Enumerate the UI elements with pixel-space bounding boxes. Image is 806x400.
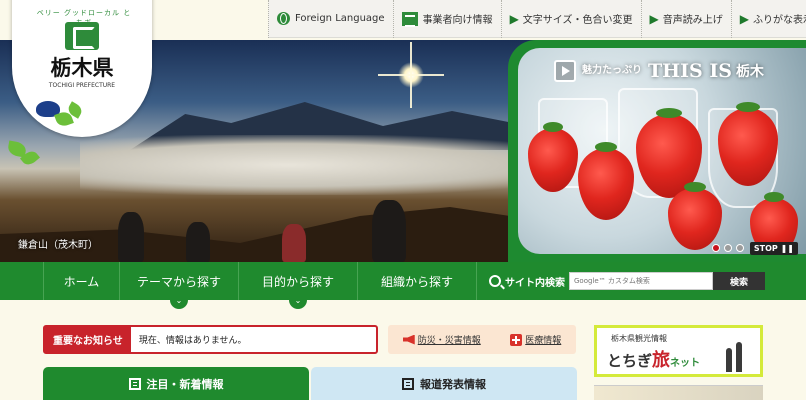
medical-info-label: 医療情報	[525, 336, 562, 346]
visitor-figure	[186, 222, 210, 262]
search-label-text: サイト内検索	[505, 277, 565, 289]
visitor-figure	[372, 200, 406, 262]
arrow-right-icon: ▶	[739, 11, 749, 26]
nav-item-label: ホーム	[63, 274, 100, 289]
global-nav: ホーム テーマから探す ⌄ 目的から探す ⌄ 組織から探す サイト内検索 検索	[0, 262, 806, 309]
text-size-color-label: 文字サイズ・色合い変更	[522, 15, 633, 26]
banner-title-suffix: ネット	[670, 358, 701, 369]
slide-indicator	[712, 244, 744, 252]
strawberry	[668, 182, 722, 250]
feature-pref-text: 栃木	[735, 64, 764, 80]
prefecture-name: 栃木県	[50, 55, 114, 80]
banner-title-prefix: とちぎ	[607, 352, 653, 370]
feature-small-text: 魅力たっぷり	[582, 65, 642, 76]
disaster-info-label: 防災・災害情報	[417, 336, 481, 346]
stop-label: STOP	[753, 244, 778, 253]
disaster-info-link[interactable]: 防災・災害情報	[402, 333, 481, 346]
nav-item-home[interactable]: ホーム	[43, 262, 120, 300]
slide-dot[interactable]	[712, 244, 720, 252]
chevron-down-icon: ⌄	[170, 297, 188, 309]
medical-info-link[interactable]: 医療情報	[510, 333, 561, 346]
prefecture-name-en: TOCHIGI PREFECTURE	[48, 82, 116, 89]
visitor-figure	[282, 224, 306, 262]
play-icon	[554, 60, 576, 82]
feature-title: 魅力たっぷり THIS IS 栃木	[554, 60, 764, 82]
search-button[interactable]: 検索	[713, 272, 765, 290]
furigana-link[interactable]: ▶ ふりがな表示	[730, 0, 806, 38]
prefecture-logo[interactable]: ベリー グッドローカル とちぎ 栃木県 TOCHIGI PREFECTURE	[12, 0, 152, 137]
notice-label: 重要なお知らせ	[45, 327, 131, 352]
medical-cross-icon	[510, 333, 523, 346]
arrow-right-icon: ▶	[649, 11, 659, 26]
hero-caption: 鎌倉山（茂木町）	[18, 240, 98, 251]
globe-icon	[277, 12, 290, 25]
strawberry	[578, 142, 634, 220]
tourism-banner[interactable]: 栃木県観光情報 とちぎ旅ネット	[594, 325, 763, 377]
arrow-right-icon: ▶	[509, 11, 519, 26]
secondary-banner[interactable]	[594, 385, 763, 400]
utility-bar: Foreign Language 事業者向け情報 ▶ 文字サイズ・色合い変更 ▶…	[268, 0, 806, 38]
business-icon	[401, 11, 418, 27]
slide-dot[interactable]	[736, 244, 744, 252]
read-aloud-link[interactable]: ▶ 音声読み上げ	[640, 0, 731, 38]
emergency-info-box: 防災・災害情報 医療情報	[388, 325, 576, 354]
nav-item-theme[interactable]: テーマから探す ⌄	[120, 262, 239, 309]
slide-dot[interactable]	[724, 244, 732, 252]
business-info-link[interactable]: 事業者向け情報	[392, 0, 501, 38]
travelers-icon	[722, 334, 750, 372]
search-icon	[489, 275, 501, 287]
megaphone-icon	[402, 334, 415, 345]
business-info-label: 事業者向け情報	[422, 15, 493, 26]
banner-title: とちぎ旅ネット	[607, 346, 700, 372]
document-icon	[128, 377, 141, 390]
nav-item-purpose[interactable]: 目的から探す ⌄	[239, 262, 358, 309]
chevron-down-icon: ⌄	[289, 297, 307, 309]
banner-subtitle: 栃木県観光情報	[611, 334, 667, 343]
nav-item-organization[interactable]: 組織から探す	[358, 262, 477, 300]
text-size-color-link[interactable]: ▶ 文字サイズ・色合い変更	[500, 0, 641, 38]
tab-news[interactable]: 注目・新着情報	[43, 367, 309, 400]
banner-title-tabi: 旅	[652, 350, 671, 371]
furigana-label: ふりがな表示	[752, 15, 806, 26]
nav-item-label: テーマから探す	[136, 274, 221, 289]
tab-label: 報道発表情報	[420, 377, 486, 391]
search-input[interactable]	[569, 272, 713, 290]
foreign-language-label: Foreign Language	[295, 13, 385, 24]
important-notice: 重要なお知らせ 現在、情報はありません。	[43, 325, 378, 354]
read-aloud-label: 音声読み上げ	[662, 15, 723, 26]
document-icon	[402, 377, 414, 390]
feature-big-text: THIS IS	[648, 60, 732, 82]
notice-text: 現在、情報はありません。	[138, 336, 247, 346]
nav-item-label: 組織から探す	[380, 274, 453, 289]
feature-banner[interactable]: 魅力たっぷり THIS IS 栃木 STOP ❚❚	[508, 40, 806, 262]
sun-flare	[378, 62, 444, 88]
foreign-language-link[interactable]: Foreign Language	[268, 0, 393, 38]
prefecture-emblem-icon	[65, 22, 99, 50]
tab-press-releases[interactable]: 報道発表情報	[311, 367, 577, 400]
nav-item-label: 目的から探す	[261, 274, 334, 289]
tab-label: 注目・新着情報	[146, 377, 224, 391]
slideshow-stop-button[interactable]: STOP ❚❚	[749, 242, 798, 255]
visitor-figure	[118, 212, 144, 262]
site-search-label: サイト内検索	[489, 274, 565, 289]
